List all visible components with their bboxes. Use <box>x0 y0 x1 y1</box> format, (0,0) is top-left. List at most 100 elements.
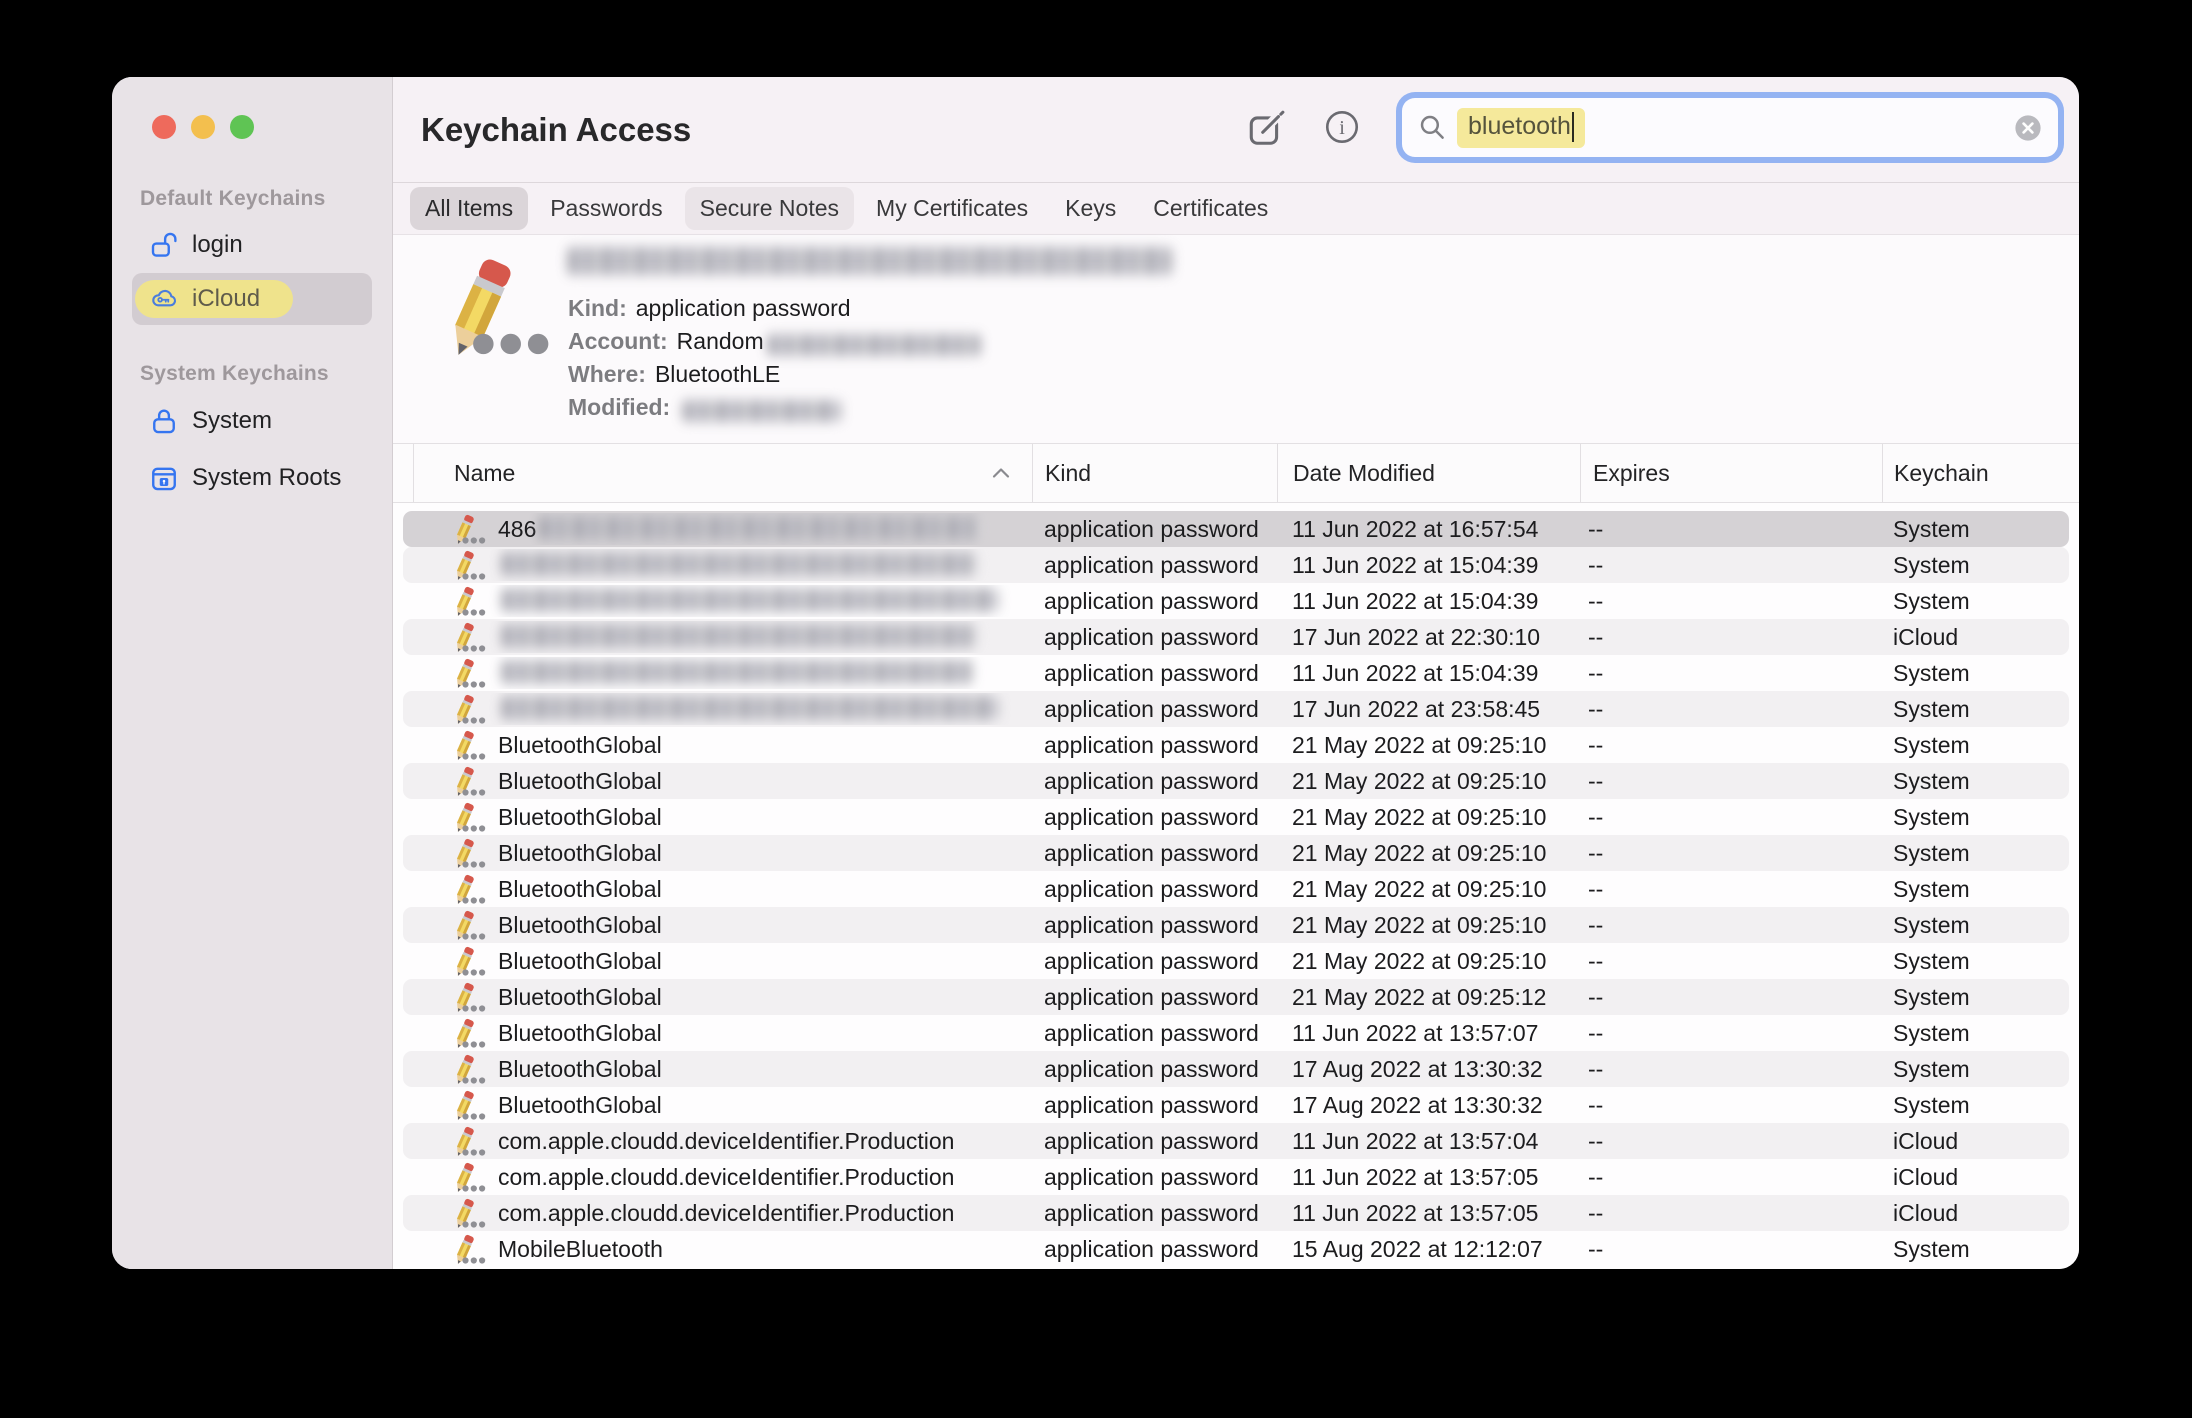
date-modified-cell: 21 May 2022 at 09:25:10 <box>1277 768 1580 795</box>
sidebar-item-label: iCloud <box>192 285 260 313</box>
pencil-password-icon <box>446 765 486 797</box>
keychain-cell: System <box>1882 912 2079 939</box>
column-header-name[interactable]: Name <box>413 444 1032 502</box>
pencil-password-icon <box>446 513 486 545</box>
item-name: BluetoothGlobal <box>498 840 662 867</box>
desktop-background: Default Keychains login <box>0 0 2192 1418</box>
table-row[interactable]: com.apple.cloudd.deviceIdentifier.Produc… <box>393 1159 2079 1195</box>
item-name: BluetoothGlobal <box>498 948 662 975</box>
redacted-text <box>502 660 973 684</box>
expires-cell: -- <box>1580 1056 1882 1083</box>
item-name: BluetoothGlobal <box>498 768 662 795</box>
item-name: BluetoothGlobal <box>498 984 662 1011</box>
table-row[interactable]: BluetoothGlobal application password 21 … <box>393 727 2079 763</box>
sidebar-item-icloud[interactable]: iCloud <box>132 273 372 325</box>
table-row[interactable]: application password 11 Jun 2022 at 15:0… <box>393 547 2079 583</box>
table-row[interactable]: BluetoothGlobal application password 21 … <box>393 763 2079 799</box>
table-row[interactable]: BluetoothGlobal application password 21 … <box>393 871 2079 907</box>
kind-cell: application password <box>1032 552 1277 579</box>
keychain-cell: iCloud <box>1882 1128 2079 1155</box>
table-row[interactable]: BluetoothGlobal application password 17 … <box>393 1087 2079 1123</box>
table-row[interactable]: BluetoothGlobal application password 21 … <box>393 799 2079 835</box>
name-cell <box>413 621 1032 653</box>
keychain-cell: System <box>1882 984 2079 1011</box>
get-info-button[interactable]: i <box>1323 108 1361 151</box>
search-query-highlight: bluetooth <box>1457 108 1585 148</box>
pencil-password-icon <box>446 801 486 833</box>
table-row[interactable]: com.apple.cloudd.deviceIdentifier.Produc… <box>393 1123 2079 1159</box>
item-name: BluetoothGlobal <box>498 912 662 939</box>
table-row[interactable]: com.apple.cloudd.deviceIdentifier.Produc… <box>393 1195 2079 1231</box>
zoom-button[interactable] <box>230 115 254 139</box>
tab-passwords[interactable]: Passwords <box>535 187 677 230</box>
tab-my-certificates[interactable]: My Certificates <box>861 187 1043 230</box>
item-name: MobileBluetooth <box>498 1236 663 1263</box>
table-row[interactable]: BluetoothGlobal application password 21 … <box>393 979 2079 1015</box>
date-modified-cell: 17 Jun 2022 at 23:58:45 <box>1277 696 1580 723</box>
table-row[interactable]: application password 17 Jun 2022 at 22:3… <box>393 619 2079 655</box>
name-cell: com.apple.cloudd.deviceIdentifier.Produc… <box>413 1161 1032 1193</box>
kind-cell: application password <box>1032 516 1277 543</box>
pencil-password-icon <box>446 1125 486 1157</box>
redacted-text <box>768 334 980 356</box>
redacted-text <box>502 552 978 576</box>
name-cell: 486 <box>413 513 1032 545</box>
close-button[interactable] <box>152 115 176 139</box>
name-cell: BluetoothGlobal <box>413 729 1032 761</box>
table-row[interactable]: BluetoothGlobal application password 11 … <box>393 1015 2079 1051</box>
tab-keys[interactable]: Keys <box>1050 187 1131 230</box>
column-header-keychain[interactable]: Keychain <box>1882 444 2079 502</box>
new-item-button[interactable] <box>1248 107 1286 152</box>
table-row[interactable]: BluetoothGlobal application password 21 … <box>393 907 2079 943</box>
pencil-password-icon <box>446 1053 486 1085</box>
item-name: BluetoothGlobal <box>498 732 662 759</box>
item-name: BluetoothGlobal <box>498 804 662 831</box>
column-header-date-modified[interactable]: Date Modified <box>1277 444 1580 502</box>
keychain-cell: System <box>1882 1020 2079 1047</box>
pencil-password-icon <box>446 1089 486 1121</box>
date-modified-cell: 11 Jun 2022 at 15:04:39 <box>1277 660 1580 687</box>
magnifier-icon <box>1419 114 1446 141</box>
keychain-cell: System <box>1882 696 2079 723</box>
tab-secure-notes[interactable]: Secure Notes <box>685 187 854 230</box>
clear-search-button[interactable] <box>2014 114 2042 142</box>
column-header-expires[interactable]: Expires <box>1580 444 1882 502</box>
table-row[interactable]: application password 17 Jun 2022 at 23:5… <box>393 691 2079 727</box>
page-title: Keychain Access <box>421 111 691 149</box>
sidebar-item-system[interactable]: System <box>132 395 372 447</box>
table-row[interactable]: BluetoothGlobal application password 17 … <box>393 1051 2079 1087</box>
expires-cell: -- <box>1580 876 1882 903</box>
redacted-text <box>502 696 998 720</box>
minimize-button[interactable] <box>191 115 215 139</box>
table-row[interactable]: 486 application password 11 Jun 2022 at … <box>393 511 2079 547</box>
keychain-cell: iCloud <box>1882 1200 2079 1227</box>
sidebar-item-login[interactable]: login <box>132 219 372 271</box>
keychain-cell: System <box>1882 552 2079 579</box>
pencil-password-icon <box>446 873 486 905</box>
redacted-item-title <box>568 247 1172 275</box>
keychain-cell: iCloud <box>1882 1164 2079 1191</box>
tab-certificates[interactable]: Certificates <box>1138 187 1283 230</box>
pencil-password-icon <box>446 693 486 725</box>
kind-cell: application password <box>1032 660 1277 687</box>
keychain-cell: System <box>1882 840 2079 867</box>
table-row[interactable]: BluetoothGlobal application password 21 … <box>393 943 2079 979</box>
table-row[interactable]: BluetoothGlobal application password 21 … <box>393 835 2079 871</box>
column-header-kind[interactable]: Kind <box>1032 444 1277 502</box>
keychain-cell: System <box>1882 732 2079 759</box>
tab-all-items[interactable]: All Items <box>410 187 528 230</box>
keychain-cell: System <box>1882 1092 2079 1119</box>
detail-field-where: Where:BluetoothLE <box>568 358 1172 391</box>
pencil-password-icon <box>446 549 486 581</box>
unlocked-padlock-icon <box>149 230 179 260</box>
expires-cell: -- <box>1580 552 1882 579</box>
table-row[interactable]: application password 11 Jun 2022 at 15:0… <box>393 655 2079 691</box>
table-row[interactable]: MobileBluetooth application password 15 … <box>393 1231 2079 1267</box>
date-modified-cell: 21 May 2022 at 09:25:10 <box>1277 732 1580 759</box>
table-row[interactable]: application password 11 Jun 2022 at 15:0… <box>393 583 2079 619</box>
sidebar-item-system-roots[interactable]: System Roots <box>132 452 372 504</box>
pencil-password-icon <box>446 981 486 1013</box>
date-modified-cell: 17 Aug 2022 at 13:30:32 <box>1277 1056 1580 1083</box>
search-input[interactable]: bluetooth <box>1402 98 2058 157</box>
pencil-password-icon <box>419 253 551 364</box>
